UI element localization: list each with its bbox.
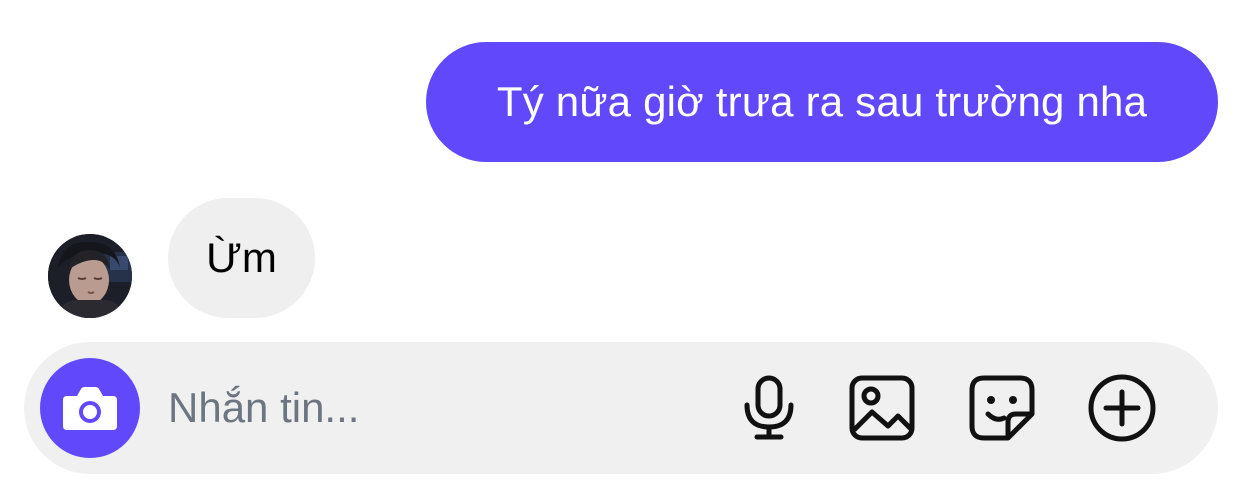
- gallery-icon: [849, 375, 915, 441]
- gallery-button[interactable]: [847, 373, 917, 443]
- message-composer: [24, 342, 1218, 474]
- plus-circle-icon: [1088, 374, 1156, 442]
- message-input[interactable]: [168, 378, 728, 438]
- message-text: Ừm: [206, 234, 277, 281]
- message-text: Tý nữa giờ trưa ra sau trường nha: [496, 78, 1148, 125]
- camera-icon: [63, 387, 117, 430]
- add-button[interactable]: [1087, 373, 1157, 443]
- camera-button[interactable]: [40, 358, 140, 458]
- microphone-button[interactable]: [734, 373, 804, 443]
- chat-screen: Tý nữa giờ trưa ra sau trường nha Ừm: [0, 0, 1242, 498]
- avatar-photo: [48, 234, 132, 318]
- avatar[interactable]: [48, 234, 132, 318]
- sticker-button[interactable]: [967, 373, 1037, 443]
- outgoing-message-bubble[interactable]: Tý nữa giờ trưa ra sau trường nha: [426, 42, 1218, 162]
- sticker-icon: [969, 375, 1035, 441]
- incoming-message-bubble[interactable]: Ừm: [168, 198, 315, 318]
- microphone-icon: [744, 375, 794, 440]
